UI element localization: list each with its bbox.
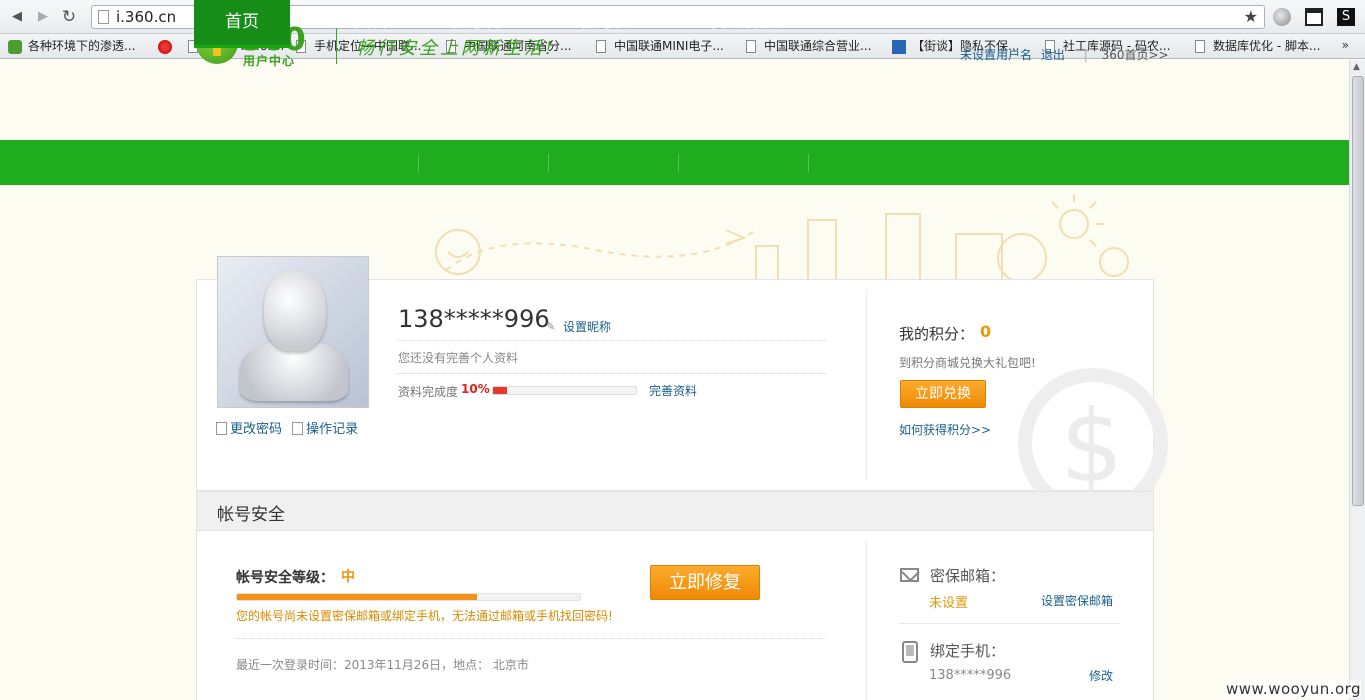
pencil-icon[interactable]: ✎: [546, 320, 557, 333]
bookmark-star-icon[interactable]: ★: [1244, 7, 1258, 26]
operation-log-label: 操作记录: [306, 422, 359, 437]
header-separator: |: [1083, 48, 1088, 62]
avatar-head-shape: [264, 271, 326, 351]
last-login-info: 最近一次登录时间：2013年11月26日，地点： 北京市: [236, 658, 529, 672]
modify-phone-link[interactable]: 修改: [1089, 667, 1113, 684]
site-favicon: [892, 40, 906, 54]
logo-subtitle: 用户中心: [243, 54, 296, 68]
globe-extension-icon[interactable]: [1273, 8, 1291, 26]
change-password-link[interactable]: 更改密码: [216, 422, 282, 437]
scroll-thumb[interactable]: [1352, 76, 1364, 506]
completion-progress-bar: [492, 386, 637, 395]
bookmark-item[interactable]: 数据库优化 - 脚本...: [1193, 38, 1320, 55]
security-warning: 您的帐号尚未设置密保邮箱或绑定手机，无法通过邮箱或手机找回密码!: [236, 609, 613, 623]
avatar-actions: 更改密码 操作记录: [216, 418, 364, 437]
bookmark-label: 数据库优化 - 脚本...: [1213, 39, 1321, 53]
completion-label: 资料完成度: [398, 385, 459, 399]
nav-privileges[interactable]: 我的特权: [688, 0, 800, 45]
nav-divider: [678, 154, 679, 172]
security-title: 帐号安全: [217, 505, 285, 525]
avatar[interactable]: [217, 256, 369, 408]
back-icon[interactable]: ◀: [8, 8, 26, 26]
logout-link[interactable]: 退出: [1041, 48, 1065, 62]
page-scrollbar[interactable]: ▲: [1349, 60, 1365, 700]
completion-percent: 10%: [461, 382, 490, 396]
divider: [397, 373, 827, 374]
fix-now-button[interactable]: 立即修复: [650, 565, 760, 600]
bound-phone-number: 138*****996: [929, 668, 1012, 683]
points-promo: 到积分商城兑换大礼包吧!: [899, 356, 1036, 370]
nav-personal-info[interactable]: 个人资料: [300, 0, 408, 45]
mail-icon: [900, 568, 919, 582]
set-security-email-link[interactable]: 设置密保邮箱: [1041, 592, 1113, 609]
username-link[interactable]: 未设置用户名: [960, 48, 1032, 62]
nav-divider: [548, 154, 549, 172]
nav-account-management[interactable]: 帐号管理: [428, 0, 540, 45]
security-level-fill: [237, 594, 478, 600]
window-extension-icon[interactable]: [1305, 8, 1323, 26]
security-email-status: 未设置: [929, 596, 969, 611]
bookmark-label: 各种环境下的渗透...: [28, 39, 136, 53]
bookmark-favicon: [8, 40, 22, 54]
points-label: 我的积分：: [899, 325, 975, 343]
main-nav: [0, 140, 1349, 185]
forward-icon[interactable]: ▶: [34, 8, 52, 26]
dollar-sign-icon: $: [1060, 388, 1124, 505]
lock-icon: [216, 422, 227, 435]
security-level-label: 帐号安全等级：: [236, 570, 334, 586]
phone-icon: [902, 641, 918, 663]
nav-divider: [418, 154, 419, 172]
watermark: www.wooyun.org: [1226, 680, 1362, 698]
bookmark-item[interactable]: 各种环境下的渗透...: [8, 38, 135, 55]
360-home-link[interactable]: 360首页>>: [1102, 48, 1169, 62]
log-icon: [292, 422, 304, 435]
change-password-label: 更改密码: [230, 422, 283, 437]
completion-progress-fill: [493, 387, 508, 394]
panel-divider: [866, 290, 867, 480]
bound-phone-label: 绑定手机：: [930, 642, 1006, 660]
set-nickname-link[interactable]: 设置昵称: [563, 318, 611, 335]
divider: [900, 623, 1120, 624]
complete-profile-link[interactable]: 完善资料: [649, 382, 697, 399]
bookmarks-overflow-button[interactable]: »: [1342, 38, 1349, 52]
security-level-bar: [236, 593, 581, 601]
redeem-button[interactable]: 立即兑换: [900, 380, 986, 408]
header-links: 未设置用户名 退出 | 360首页>>: [960, 46, 1174, 63]
divider: [397, 340, 827, 341]
page-icon: [98, 10, 109, 24]
username: 138*****996: [398, 305, 550, 333]
incomplete-notice: 您还没有完善个人资料: [398, 351, 519, 365]
page-favicon: [1195, 40, 1205, 53]
site-header: [0, 60, 1349, 140]
divider: [236, 638, 826, 639]
nav-divider: [808, 154, 809, 172]
nav-account-security[interactable]: 帐号安全: [558, 0, 670, 45]
s-extension-icon[interactable]: S: [1337, 8, 1355, 26]
scroll-up-icon[interactable]: ▲: [1353, 62, 1360, 72]
points-value: 0: [980, 322, 992, 341]
unicom-favicon: [158, 40, 172, 54]
panel-divider: [866, 541, 867, 700]
security-email-label: 密保邮箱：: [930, 567, 1006, 585]
operation-log-link[interactable]: 操作记录: [292, 422, 358, 437]
how-to-earn-points-link[interactable]: 如何获得积分>>: [899, 421, 991, 438]
nav-home[interactable]: 首页: [194, 0, 290, 48]
security-section-header: [196, 491, 1154, 531]
security-level-value: 中: [341, 569, 355, 585]
reload-icon[interactable]: ↻: [60, 8, 78, 26]
url-text[interactable]: i.360.cn: [116, 8, 176, 26]
